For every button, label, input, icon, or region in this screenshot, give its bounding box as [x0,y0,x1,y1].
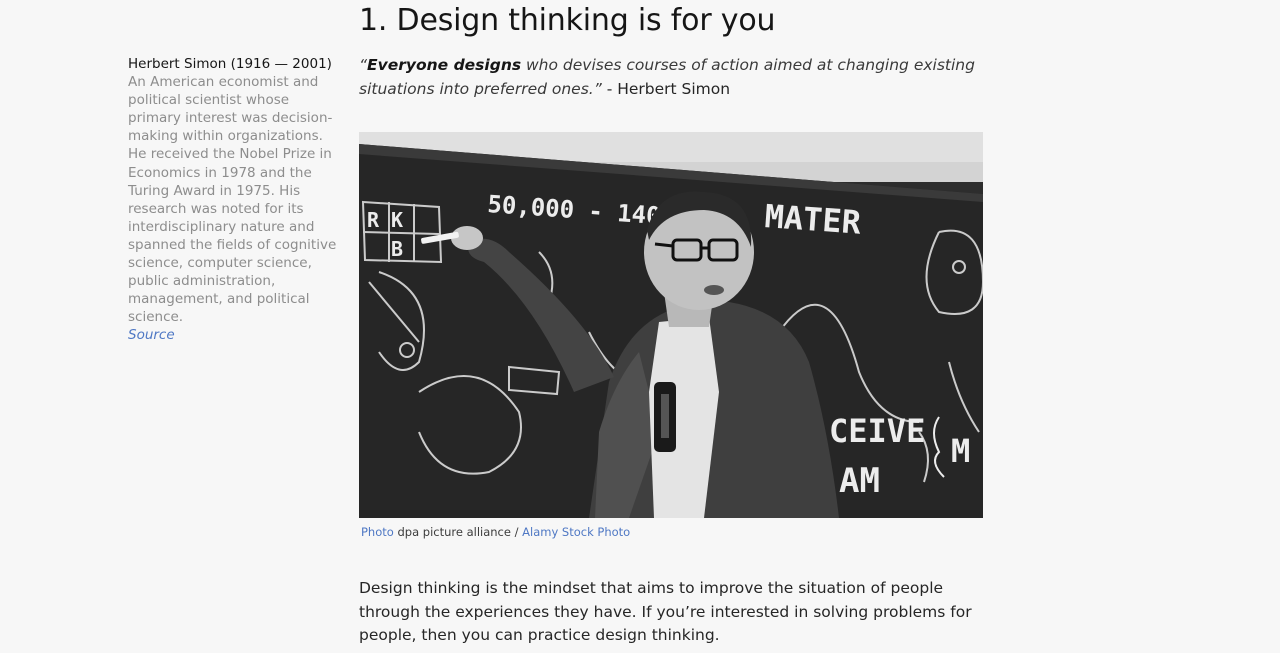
sidebar-annotation: Herbert Simon (1916 — 2001) An American … [128,55,343,345]
article-page: Herbert Simon (1916 — 2001) An American … [0,0,1280,653]
photo-caption: Photo dpa picture alliance / Alamy Stock… [361,525,630,539]
quote-attribution: - Herbert Simon [601,79,731,98]
lecture-photo: 50,000 - 140,000 MATER CEIVE AM M R K B [359,132,983,518]
chalk-text-ceive: CEIVE [829,412,925,450]
lecture-photo-illustration: 50,000 - 140,000 MATER CEIVE AM M R K B [359,132,983,518]
quote-block: “Everyone designs who devises courses of… [359,54,989,101]
chalk-text-b: B [391,237,403,261]
person-bio: An American economist and political scie… [128,74,337,326]
chalk-text-k: K [391,208,403,232]
photo-link[interactable]: Photo [361,525,394,539]
quote-emphasis: Everyone designs [367,56,522,74]
chalk-text-mater: MATER [763,197,862,242]
photo-credit: dpa picture alliance / [393,525,523,539]
agency-link[interactable]: Alamy Stock Photo [522,525,630,539]
person-name: Herbert Simon (1916 — 2001) [128,56,332,72]
chalk-text-m: M [951,432,970,470]
chalk-text-am: AM [839,461,880,501]
intro-paragraph: Design thinking is the mindset that aims… [359,579,972,644]
source-link[interactable]: Source [128,326,343,344]
quote-open-mark: “ [359,56,368,74]
chalk-text-r: R [367,208,380,232]
section-title: 1. Design thinking is for you [359,3,776,38]
